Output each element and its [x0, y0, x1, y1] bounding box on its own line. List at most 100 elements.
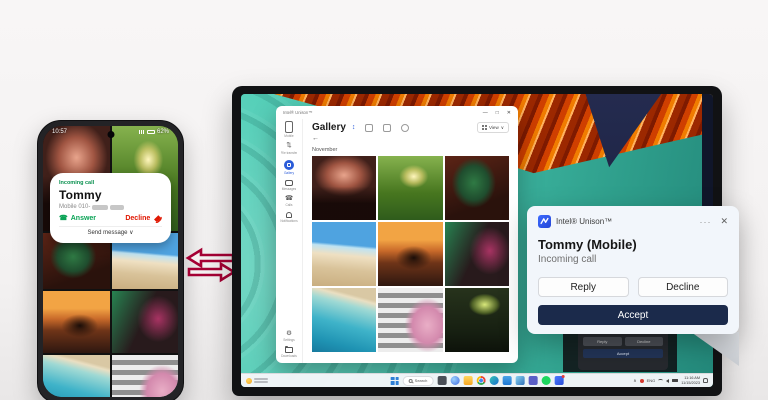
section-label: November [312, 147, 338, 153]
chevron-down-icon: ∨ [500, 124, 504, 130]
select-icon[interactable] [383, 123, 392, 132]
minimize-button[interactable]: — [483, 110, 488, 116]
window-title: Intel® Unison™ [283, 110, 313, 115]
decline-button[interactable]: Decline ☎ [125, 212, 164, 225]
decline-phone-icon: ☎ [152, 212, 164, 225]
redacted-digits [92, 204, 109, 210]
window-titlebar[interactable]: Intel® Unison™ — □ ✕ [276, 106, 518, 119]
intel-unison-logo [538, 215, 551, 228]
photo-pink-hair[interactable] [378, 288, 443, 352]
windows-taskbar: Search ∧ ENG 11:16 AM 11/15/2023 [241, 373, 713, 387]
mini-accept-button[interactable]: Accept [583, 349, 663, 358]
messages-icon [285, 179, 293, 186]
gallery-icon [283, 159, 294, 170]
accept-button[interactable]: Accept [538, 305, 728, 325]
notifications-icon [286, 212, 292, 218]
mini-reply-button[interactable]: Reply [583, 337, 622, 346]
photo-aerial-beach[interactable] [43, 355, 110, 397]
photo-concert[interactable] [444, 222, 509, 286]
sort-icon[interactable]: ↕ [352, 124, 356, 131]
battery-percent: 62% [156, 129, 169, 135]
settings-gear-icon: ⚙ [286, 329, 292, 337]
photo-sunset-sea[interactable] [378, 222, 443, 286]
sidebar-item-file-transfer[interactable]: ⇅ File transfer [281, 142, 298, 154]
phone-photo-grid [43, 126, 178, 397]
signal-icon [138, 130, 145, 134]
photo-garden-tent[interactable] [378, 156, 443, 220]
photo-sunset-sea[interactable] [43, 291, 110, 353]
photo-aerial-beach[interactable] [312, 288, 377, 352]
recording-tray-icon[interactable] [639, 378, 644, 383]
phone-device-icon [284, 121, 293, 133]
sidebar: Mobile ⇅ File transfer Gallery Messages … [276, 119, 303, 363]
sidebar-item-messages[interactable]: Messages [282, 179, 296, 191]
redacted-digits [110, 204, 125, 210]
answer-button[interactable]: ☎ Answer [59, 215, 96, 222]
camera-punch-hole [107, 131, 114, 138]
maximize-button[interactable]: □ [496, 110, 499, 116]
weather-icon [246, 377, 252, 384]
system-tray: ∧ ENG 11:16 AM 11/15/2023 [633, 376, 708, 385]
photo-home-cinema[interactable] [312, 156, 377, 220]
notification-subtitle: Incoming call [538, 254, 597, 265]
notification-title: Tommy (Mobile) [538, 237, 637, 252]
close-icon[interactable]: ✕ [720, 216, 728, 227]
filter-icon[interactable] [401, 123, 410, 132]
calls-icon: ☎ [284, 194, 294, 202]
copilot-icon[interactable] [450, 376, 460, 385]
start-button[interactable] [390, 376, 399, 385]
grid-view-icon [482, 125, 488, 130]
store-icon[interactable] [502, 376, 512, 385]
view-button[interactable]: View ∨ [477, 122, 509, 133]
intel-unison-taskbar-icon[interactable] [554, 375, 565, 385]
reply-button[interactable]: Reply [538, 277, 629, 297]
sidebar-item-settings[interactable]: ⚙ Settings [283, 329, 295, 342]
tray-overflow-chevron[interactable]: ∧ [633, 378, 636, 384]
sidebar-item-calls[interactable]: ☎ Calls [284, 194, 294, 207]
smartphone: 10:57 62% Incoming call Tommy Mobile 010… [37, 120, 184, 400]
chrome-icon[interactable] [476, 376, 486, 385]
photo-pink-hair[interactable] [111, 355, 178, 397]
photos-app-icon[interactable] [515, 376, 525, 385]
teams-icon[interactable] [528, 376, 538, 385]
answer-phone-icon: ☎ [59, 215, 68, 222]
battery-icon [146, 130, 155, 134]
close-button[interactable]: ✕ [507, 110, 511, 116]
mini-decline-button[interactable]: Decline [624, 337, 663, 346]
slideshow-icon[interactable] [365, 123, 374, 132]
sidebar-item-gallery[interactable]: Gallery [283, 159, 294, 175]
popup-app-name: Intel® Unison™ [556, 217, 613, 226]
incoming-call-card: Incoming call Tommy Mobile 010- ☎ Answer… [50, 173, 171, 243]
phone-clock: 10:57 [52, 129, 68, 135]
clock[interactable]: 11:16 AM 11/15/2023 [681, 376, 700, 385]
sidebar-item-device[interactable]: Mobile [284, 121, 294, 138]
more-options-icon[interactable]: ··· [699, 217, 711, 227]
volume-icon[interactable] [666, 378, 670, 383]
sync-arrows-icon [185, 247, 237, 283]
unison-gallery-window: Intel® Unison™ — □ ✕ Mobile ⇅ File trans… [276, 106, 518, 363]
task-view-icon[interactable] [437, 376, 447, 385]
photo-concert[interactable] [111, 291, 178, 353]
photo-outdoor-movie[interactable] [444, 288, 509, 352]
back-button[interactable]: ← [312, 135, 509, 142]
page-title: Gallery [312, 122, 346, 133]
marketing-scene: 10:57 62% Incoming call Tommy Mobile 010… [0, 0, 768, 400]
battery-tray-icon[interactable] [672, 378, 679, 383]
spotify-icon[interactable] [541, 376, 551, 385]
caller-number: Mobile 010- [59, 204, 162, 210]
decline-button[interactable]: Decline [637, 277, 728, 297]
weather-widget[interactable] [246, 377, 268, 384]
phone-screen: 10:57 62% Incoming call Tommy Mobile 010… [43, 126, 178, 397]
photo-friends-green-sweater[interactable] [444, 156, 509, 220]
sidebar-item-notifications[interactable]: Notifications [280, 212, 298, 223]
photo-sand-dune[interactable] [312, 222, 377, 286]
sidebar-item-downloads[interactable]: Downloads [281, 346, 297, 358]
edge-icon[interactable] [489, 376, 499, 385]
caller-name: Tommy [59, 188, 102, 202]
send-message-button[interactable]: Send message ∨ [59, 226, 162, 236]
notification-center-icon[interactable] [703, 378, 708, 383]
language-indicator[interactable]: ENG [647, 378, 656, 383]
file-explorer-icon[interactable] [463, 376, 473, 385]
taskbar-search[interactable]: Search [402, 375, 434, 386]
wifi-icon[interactable] [658, 379, 664, 382]
